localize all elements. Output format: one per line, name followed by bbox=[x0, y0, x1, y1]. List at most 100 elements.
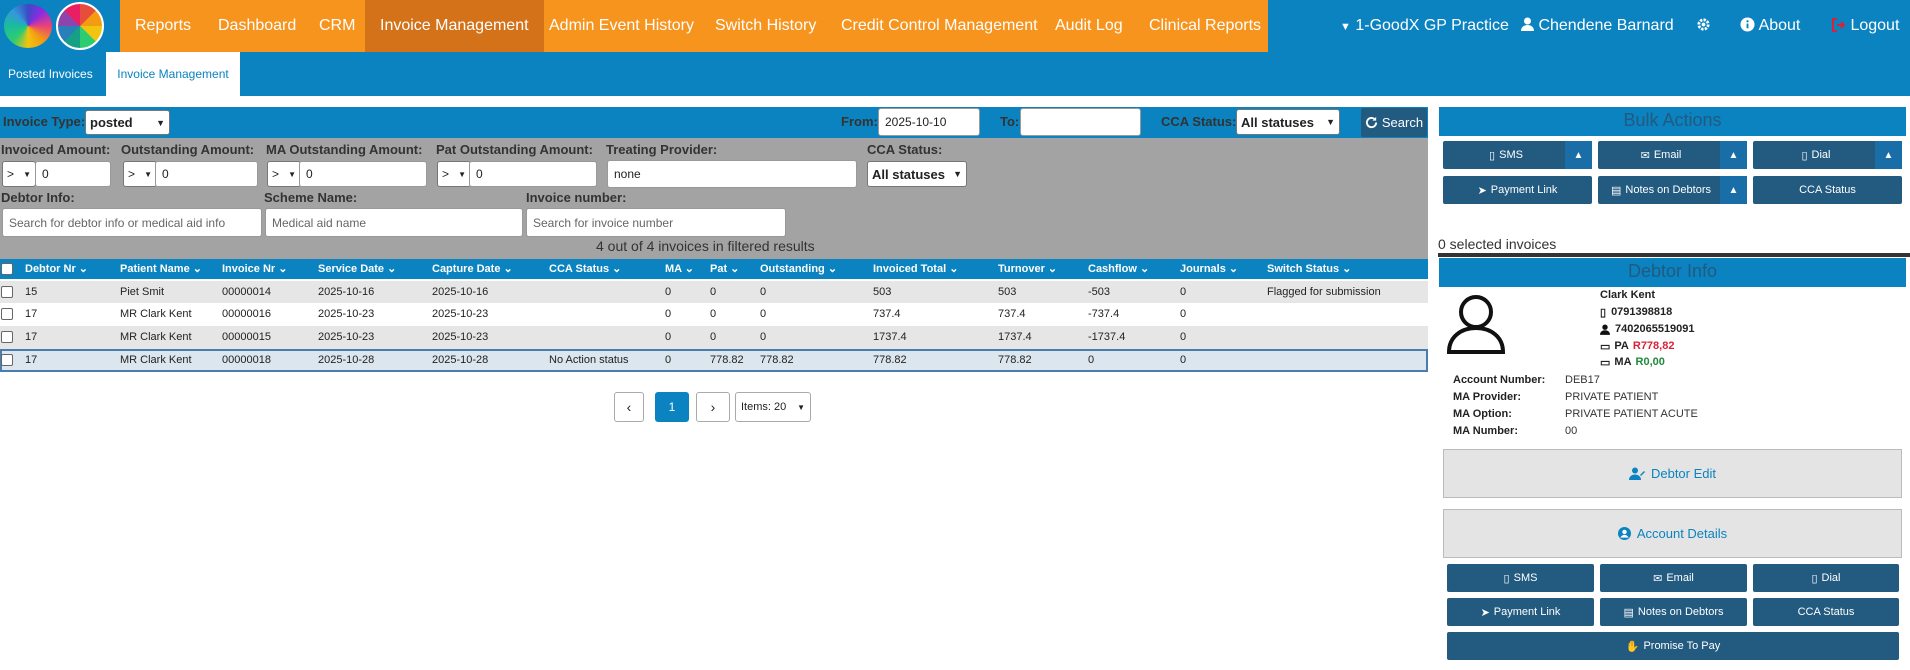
ma-outstanding-input[interactable]: 0 bbox=[299, 161, 427, 187]
nav-admin-event-history[interactable]: Admin Event History bbox=[534, 0, 709, 52]
invoice-type-label: Invoice Type: bbox=[3, 114, 86, 129]
search-button[interactable]: Search bbox=[1361, 108, 1427, 137]
bulk-dial-dropdown[interactable]: ▲ bbox=[1875, 141, 1902, 169]
sort-chevron-icon: ⌄ bbox=[1225, 263, 1239, 275]
user-menu[interactable]: Chendene Barnard bbox=[1521, 0, 1674, 52]
table-cell: 1737.4 bbox=[998, 331, 1032, 343]
nav-reports[interactable]: Reports bbox=[120, 0, 206, 52]
bulk-notes-button[interactable]: ▤ Notes on Debtors bbox=[1598, 176, 1724, 204]
bulk-payment-link-button[interactable]: ➤ Payment Link bbox=[1443, 176, 1592, 204]
bulk-dial-button[interactable]: ▯ Dial bbox=[1753, 141, 1879, 169]
column-header-cca-status[interactable]: CCA Status ⌄ bbox=[549, 259, 621, 279]
next-page-button[interactable]: › bbox=[696, 392, 730, 422]
invoiced-amount-operator[interactable]: > ▼ bbox=[2, 161, 36, 187]
practice-dropdown[interactable]: ▼ 1-GoodX GP Practice bbox=[1340, 0, 1509, 52]
cca-status-label: CCA Status: bbox=[1161, 114, 1237, 129]
bulk-notes-dropdown[interactable]: ▲ bbox=[1720, 176, 1747, 204]
cca-status-select[interactable]: All statuses ▼ bbox=[1236, 109, 1340, 135]
pat-outstanding-operator[interactable]: > ▼ bbox=[437, 161, 471, 187]
account-details-button[interactable]: Account Details bbox=[1443, 509, 1902, 558]
chevron-down-icon: ▼ bbox=[23, 169, 31, 179]
debtor-email-button[interactable]: ✉ Email bbox=[1600, 564, 1747, 592]
nav-audit-log[interactable]: Audit Log bbox=[1040, 0, 1138, 52]
nav-switch-history[interactable]: Switch History bbox=[700, 0, 831, 52]
invoice-type-select[interactable]: posted ▼ bbox=[85, 110, 170, 135]
pat-outstanding-input[interactable]: 0 bbox=[469, 161, 597, 187]
column-header-outstanding[interactable]: Outstanding ⌄ bbox=[760, 259, 837, 279]
sort-chevron-icon: ⌄ bbox=[1339, 263, 1352, 275]
sort-chevron-icon: ⌄ bbox=[824, 263, 838, 275]
nav-dashboard[interactable]: Dashboard bbox=[203, 0, 311, 52]
debtor-cca-status-button[interactable]: CCA Status bbox=[1753, 598, 1899, 626]
invoice-number-input[interactable]: Search for invoice number bbox=[526, 208, 786, 237]
chevron-left-icon: ‹ bbox=[626, 399, 632, 415]
row-checkbox[interactable] bbox=[1, 308, 13, 320]
nav-clinical-reports[interactable]: Clinical Reports bbox=[1134, 0, 1276, 52]
debtor-info-input[interactable]: Search for debtor info or medical aid in… bbox=[2, 208, 262, 237]
outstanding-amount-label: Outstanding Amount: bbox=[121, 142, 255, 157]
sort-chevron-icon: ⌄ bbox=[189, 263, 202, 275]
bulk-email-button[interactable]: ✉ Email bbox=[1598, 141, 1724, 169]
cca-status2-select[interactable]: All statuses ▼ bbox=[867, 161, 967, 187]
about-link[interactable]: About bbox=[1740, 0, 1800, 52]
column-header-invoiced-total[interactable]: Invoiced Total ⌄ bbox=[873, 259, 958, 279]
bulk-sms-dropdown[interactable]: ▲ bbox=[1565, 141, 1592, 169]
note-icon: ▤ bbox=[1610, 184, 1622, 197]
money-icon: ▭ bbox=[1600, 341, 1611, 353]
bulk-sms-button[interactable]: ▯ SMS bbox=[1443, 141, 1569, 169]
column-header-switch-status[interactable]: Switch Status ⌄ bbox=[1267, 259, 1351, 279]
scheme-name-input[interactable]: Medical aid name bbox=[265, 208, 523, 237]
bulk-cca-status-button[interactable]: CCA Status bbox=[1753, 176, 1902, 204]
column-header-ma[interactable]: MA ⌄ bbox=[665, 259, 694, 279]
select-all-checkbox[interactable] bbox=[1, 263, 13, 275]
operator-value: > bbox=[442, 167, 450, 181]
app-logo[interactable] bbox=[0, 0, 120, 52]
nav-credit-control-management[interactable]: Credit Control Management bbox=[826, 0, 1053, 52]
logo-mark-wheel bbox=[56, 2, 104, 50]
sort-chevron-icon: ⌄ bbox=[946, 263, 959, 275]
items-per-page-select[interactable]: Items: 20 ▼ bbox=[735, 392, 811, 422]
row-checkbox[interactable] bbox=[1, 354, 13, 366]
promise-to-pay-button[interactable]: ✋ Promise To Pay bbox=[1447, 632, 1899, 660]
nav-crm[interactable]: CRM bbox=[304, 0, 370, 52]
bulk-sms-label: SMS bbox=[1499, 149, 1523, 161]
outstanding-amount-operator[interactable]: > ▼ bbox=[123, 161, 157, 187]
debtor-notes-button[interactable]: ▤ Notes on Debtors bbox=[1600, 598, 1747, 626]
row-checkbox[interactable] bbox=[1, 286, 13, 298]
user-icon bbox=[1521, 17, 1534, 31]
debtor-edit-button[interactable]: Debtor Edit bbox=[1443, 449, 1902, 498]
prev-page-button[interactable]: ‹ bbox=[614, 392, 644, 422]
items-per-page-value: Items: 20 bbox=[741, 401, 787, 413]
debtor-sms-button[interactable]: ▯ SMS bbox=[1447, 564, 1594, 592]
from-date-input[interactable]: 2025-10-10 bbox=[878, 108, 980, 136]
column-header-turnover[interactable]: Turnover ⌄ bbox=[998, 259, 1057, 279]
row-checkbox[interactable] bbox=[1, 331, 13, 343]
column-header-debtor-nr[interactable]: Debtor Nr ⌄ bbox=[25, 259, 88, 279]
tab-invoice-management[interactable]: Invoice Management bbox=[106, 52, 240, 96]
settings-button[interactable] bbox=[1696, 0, 1711, 52]
table-cell: MR Clark Kent bbox=[120, 308, 192, 320]
ma-outstanding-operator[interactable]: > ▼ bbox=[267, 161, 301, 187]
debtor-payment-link-button[interactable]: ➤ Payment Link bbox=[1447, 598, 1594, 626]
operator-value: > bbox=[128, 167, 136, 181]
nav-invoice-management[interactable]: Invoice Management bbox=[365, 0, 544, 52]
debtor-notes-label: Notes on Debtors bbox=[1637, 606, 1724, 618]
column-header-service-date[interactable]: Service Date ⌄ bbox=[318, 259, 396, 279]
bulk-email-dropdown[interactable]: ▲ bbox=[1720, 141, 1747, 169]
tab-posted-invoices[interactable]: Posted Invoices bbox=[0, 52, 101, 96]
column-header-capture-date[interactable]: Capture Date ⌄ bbox=[432, 259, 513, 279]
to-date-input[interactable] bbox=[1020, 108, 1141, 136]
outstanding-amount-input[interactable]: 0 bbox=[155, 161, 258, 187]
column-header-patient-name[interactable]: Patient Name ⌄ bbox=[120, 259, 202, 279]
invoiced-amount-input[interactable]: 0 bbox=[35, 161, 111, 187]
page-1-button[interactable]: 1 bbox=[655, 392, 689, 422]
column-header-invoice-nr[interactable]: Invoice Nr ⌄ bbox=[222, 259, 287, 279]
logout-link[interactable]: Logout bbox=[1832, 0, 1899, 52]
column-header-cashflow[interactable]: Cashflow ⌄ bbox=[1088, 259, 1149, 279]
column-header-pat[interactable]: Pat ⌄ bbox=[710, 259, 739, 279]
treating-provider-input[interactable]: none bbox=[607, 160, 857, 188]
debtor-dial-button[interactable]: ▯ Dial bbox=[1753, 564, 1899, 592]
sort-chevron-icon: ⌄ bbox=[727, 263, 740, 275]
caret-up-icon: ▲ bbox=[1728, 184, 1739, 196]
column-header-journals[interactable]: Journals ⌄ bbox=[1180, 259, 1238, 279]
